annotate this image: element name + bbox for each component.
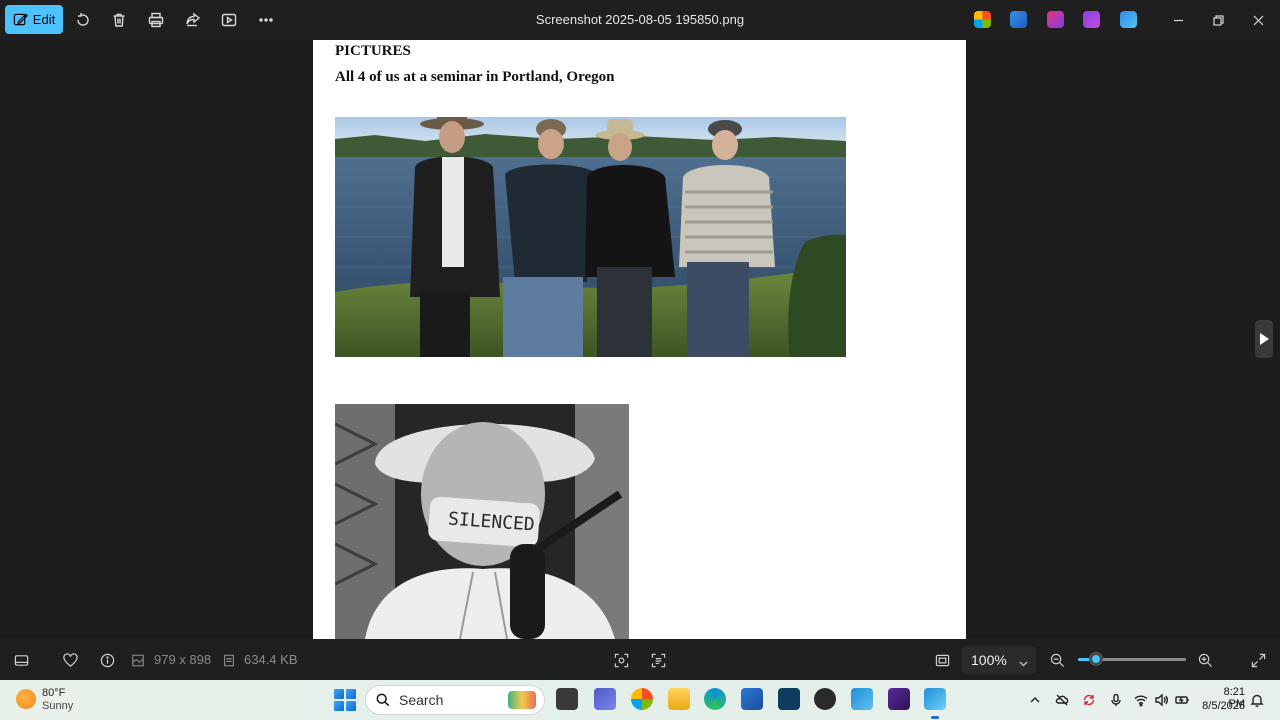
delete-button[interactable]	[109, 10, 129, 30]
expand-icon	[1251, 653, 1265, 667]
heart-icon	[62, 652, 78, 667]
zoom-out-button[interactable]	[1048, 651, 1066, 669]
rotate-button[interactable]	[73, 10, 93, 30]
taskbar-search[interactable]: Search	[365, 685, 545, 715]
notifications-button[interactable]	[1249, 692, 1265, 708]
onedrive-icon[interactable]	[1120, 11, 1137, 28]
dimensions-icon	[131, 651, 145, 669]
chevron-down-icon	[1019, 655, 1028, 667]
file-explorer-icon[interactable]	[668, 688, 690, 710]
designer-app-icon[interactable]	[1010, 11, 1027, 28]
battery-icon[interactable]	[1174, 692, 1190, 708]
zoom-level-value: 100%	[971, 652, 1007, 668]
close-icon	[1253, 15, 1263, 25]
fit-to-window-button[interactable]	[933, 651, 951, 669]
rotate-icon	[77, 13, 89, 26]
windows-taskbar: 80°F Sunny Search 8:21 PM 8/5/2025	[0, 680, 1280, 720]
status-bar: 979 x 898 634.4 KB 100%	[0, 639, 1280, 680]
chevron-up-icon	[1030, 697, 1040, 703]
minimize-button[interactable]	[1168, 10, 1188, 30]
more-options-button[interactable]	[256, 10, 276, 30]
title-bar: Edit Screenshot 2025-08-05 195850.png	[0, 0, 1280, 40]
microphone-icon[interactable]	[1108, 692, 1124, 708]
text-scan-icon	[651, 653, 665, 667]
info-icon	[100, 653, 114, 667]
document-page: PICTURES All 4 of us at a seminar in Por…	[313, 40, 966, 639]
zoom-level-dropdown[interactable]: 100%	[962, 646, 1036, 674]
silenced-portrait-photo: SILENCED	[335, 404, 629, 639]
show-hidden-icons-button[interactable]	[1027, 692, 1043, 708]
edge-browser-icon[interactable]	[704, 688, 726, 710]
obs-icon[interactable]	[814, 688, 836, 710]
windows-logo-icon	[334, 689, 344, 699]
restore-icon	[1212, 14, 1224, 26]
clipchamp-icon[interactable]	[888, 688, 910, 710]
filmstrip-icon	[14, 654, 28, 666]
video-editor-app-icon[interactable]	[1083, 11, 1100, 28]
copilot-icon[interactable]	[631, 688, 653, 710]
more-icon	[259, 18, 273, 22]
play-next-icon	[1260, 333, 1269, 345]
file-size: 634.4 KB	[244, 652, 298, 667]
sync-tray-icon[interactable]	[1081, 692, 1097, 708]
share-button[interactable]	[183, 10, 203, 30]
filmstrip-button[interactable]	[12, 651, 30, 669]
zoom-slider-thumb[interactable]	[1089, 652, 1104, 666]
print-button[interactable]	[146, 10, 166, 30]
app-icon-7[interactable]	[778, 688, 800, 710]
group-photo	[335, 117, 846, 357]
edit-icon	[13, 13, 28, 26]
clipchamp-app-icon[interactable]	[1047, 11, 1064, 28]
active-app-indicator	[931, 716, 939, 719]
volume-icon[interactable]	[1153, 692, 1169, 708]
text-scan-button[interactable]	[649, 651, 667, 669]
slideshow-icon	[221, 13, 237, 27]
edit-button-label: Edit	[32, 12, 56, 27]
copilot-app-icon[interactable]	[974, 11, 991, 28]
bell-icon	[1250, 694, 1264, 707]
close-button[interactable]	[1248, 10, 1268, 30]
edit-button[interactable]: Edit	[5, 5, 63, 34]
sun-icon	[16, 689, 36, 709]
favorite-button[interactable]	[61, 651, 79, 669]
weather-condition: Sunny	[42, 700, 74, 712]
document-heading: PICTURES	[335, 43, 411, 59]
app-icon-9[interactable]	[851, 688, 873, 710]
wifi-icon[interactable]	[1133, 692, 1149, 708]
print-icon	[148, 12, 164, 28]
next-image-button[interactable]	[1255, 320, 1273, 358]
minimize-icon	[1173, 19, 1183, 21]
slideshow-button[interactable]	[219, 10, 239, 30]
fit-window-icon	[935, 654, 949, 666]
onedrive-tray-icon[interactable]	[1054, 692, 1070, 708]
image-dimensions: 979 x 898	[154, 652, 212, 667]
document-caption: All 4 of us at a seminar in Portland, Or…	[335, 69, 615, 85]
start-button[interactable]	[334, 689, 356, 711]
photos-app-window: Edit Screenshot 2025-08-05 195850.png PI…	[0, 0, 1280, 720]
zoom-in-button[interactable]	[1196, 651, 1214, 669]
search-highlight-icon	[508, 691, 536, 709]
delete-icon	[113, 13, 125, 27]
visual-search-icon	[614, 653, 628, 667]
store-icon[interactable]	[741, 688, 763, 710]
file-size-icon	[222, 651, 236, 669]
zoom-out-icon	[1050, 653, 1064, 667]
clock-date[interactable]: 8/5/2025	[1195, 700, 1245, 712]
zoom-in-icon	[1198, 653, 1212, 667]
visual-search-button[interactable]	[612, 651, 630, 669]
teams-icon[interactable]	[594, 688, 616, 710]
search-label: Search	[399, 692, 444, 708]
search-icon	[376, 693, 390, 707]
photos-icon[interactable]	[924, 688, 946, 710]
task-view-icon[interactable]	[556, 688, 578, 710]
full-screen-button[interactable]	[1249, 651, 1267, 669]
file-info-button[interactable]	[98, 651, 116, 669]
image-viewer[interactable]: PICTURES All 4 of us at a seminar in Por…	[0, 40, 1280, 639]
zoom-slider[interactable]	[1078, 652, 1186, 666]
share-icon	[186, 12, 201, 27]
restore-button[interactable]	[1208, 10, 1228, 30]
weather-temperature: 80°F	[42, 687, 66, 699]
